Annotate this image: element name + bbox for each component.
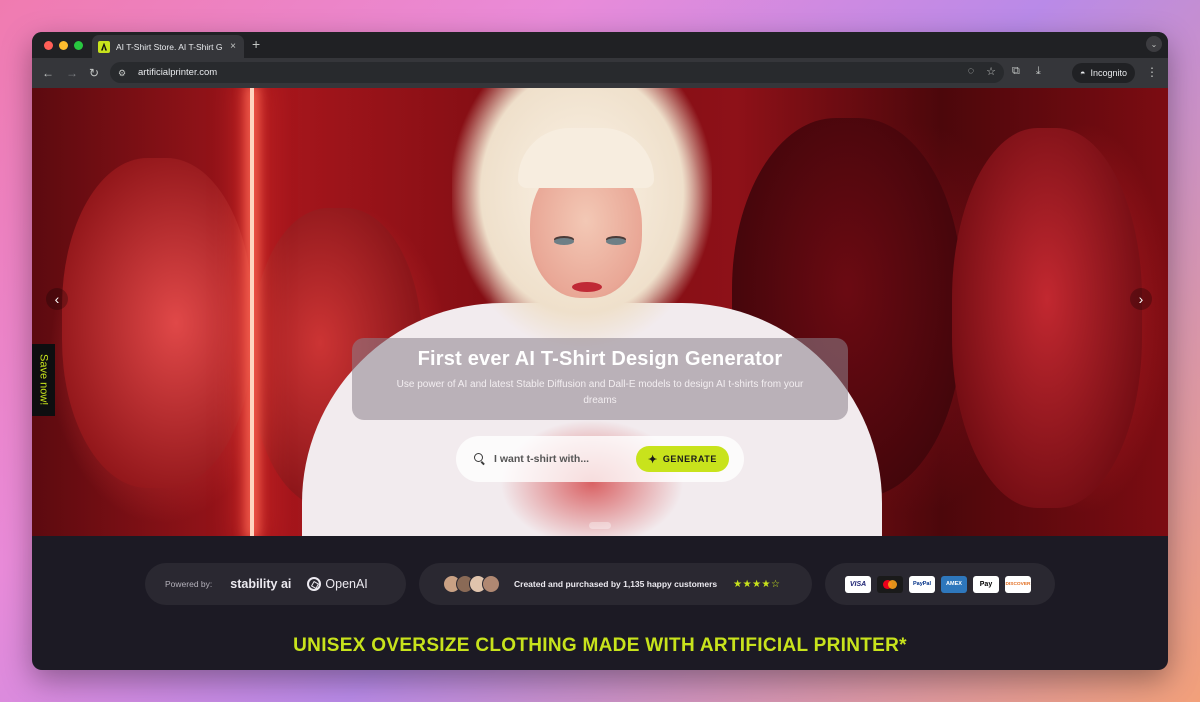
- neon-light: [250, 88, 254, 536]
- maximize-window-button[interactable]: [74, 41, 83, 50]
- powered-by-label: Powered by:: [165, 579, 213, 589]
- mastercard-icon: [877, 575, 903, 593]
- browser-window: AI T-Shirt Store. AI T-Shirt Ge × + ⌄ ← …: [32, 32, 1168, 670]
- design-search-box: ✦ GENERATE: [456, 436, 744, 482]
- openai-label: OpenAI: [325, 577, 368, 591]
- hero-subtitle: Use power of AI and latest Stable Diffus…: [396, 379, 804, 406]
- bookmark-star-icon[interactable]: ☆: [986, 65, 996, 78]
- rating-stars: ★★★★☆: [733, 578, 781, 590]
- apple-pay-icon: Pay: [973, 575, 999, 593]
- download-icon[interactable]: ⤓: [1036, 65, 1041, 78]
- tab-search-icon[interactable]: ⌄: [1146, 36, 1162, 52]
- hero-image-model-left: [62, 158, 252, 488]
- magic-wand-icon: ✦: [648, 453, 658, 466]
- design-prompt-input[interactable]: [494, 453, 632, 465]
- powered-by-pill: Powered by: stability ai OpenAI: [145, 563, 406, 605]
- new-tab-button[interactable]: +: [252, 36, 260, 52]
- carousel-next-button[interactable]: ›: [1130, 288, 1152, 310]
- url-text: artificialprinter.com: [138, 67, 218, 78]
- avatar: [482, 575, 500, 593]
- hero-image-lips: [572, 282, 602, 292]
- hero-image-eye: [554, 238, 574, 245]
- generate-button[interactable]: ✦ GENERATE: [636, 446, 729, 472]
- tab-close-icon[interactable]: ×: [228, 41, 238, 52]
- save-now-label: Save now!: [37, 354, 50, 406]
- window-controls: [44, 41, 83, 50]
- browser-tab[interactable]: AI T-Shirt Store. AI T-Shirt Ge ×: [92, 35, 244, 58]
- incognito-badge[interactable]: ◓ Incognito: [1072, 63, 1135, 83]
- carousel-indicator[interactable]: [589, 522, 611, 529]
- site-settings-icon[interactable]: ⚙: [118, 68, 130, 78]
- address-bar[interactable]: ⚙ artificialprinter.com ◌ ☆: [110, 62, 1004, 83]
- tab-bar: AI T-Shirt Store. AI T-Shirt Ge × + ⌄: [32, 32, 1168, 58]
- carousel-prev-button[interactable]: ‹: [46, 288, 68, 310]
- customers-pill: Created and purchased by 1,135 happy cus…: [419, 563, 812, 605]
- close-window-button[interactable]: [44, 41, 53, 50]
- amex-icon: AMEX: [941, 575, 967, 593]
- tab-title: AI T-Shirt Store. AI T-Shirt Ge: [116, 41, 222, 52]
- customer-avatars: [443, 575, 500, 593]
- minimize-window-button[interactable]: [59, 41, 68, 50]
- search-icon: [474, 453, 486, 465]
- extensions-icon[interactable]: ⧉: [1012, 65, 1020, 78]
- tagline-heading: UNISEX OVERSIZE CLOTHING MADE WITH ARTIF…: [293, 635, 907, 656]
- site-favicon-icon: [98, 40, 110, 53]
- address-toolbar: ← → ↻ ⚙ artificialprinter.com ◌ ☆ ⧉ ⤓ ◓ …: [32, 58, 1168, 88]
- stability-ai-logo: stability ai: [230, 577, 292, 591]
- forward-button[interactable]: →: [66, 66, 78, 80]
- eye-off-icon[interactable]: ◌: [968, 65, 975, 78]
- discover-icon: DISCOVER: [1005, 575, 1031, 593]
- save-now-tab[interactable]: Save now!: [32, 344, 55, 416]
- generate-label: GENERATE: [662, 454, 717, 464]
- visa-icon: VISA: [845, 575, 871, 593]
- back-button[interactable]: ←: [42, 66, 54, 80]
- browser-menu-icon[interactable]: ⋮: [1146, 65, 1158, 79]
- hero-card: First ever AI T-Shirt Design Generator U…: [352, 338, 848, 420]
- incognito-icon: ◓: [1080, 68, 1086, 78]
- reload-button[interactable]: ↻: [89, 66, 99, 80]
- hero-image-eye: [606, 238, 626, 245]
- hero-banner: ‹ › Save now! First ever AI T-Shirt Desi…: [32, 88, 1168, 536]
- hero-title: First ever AI T-Shirt Design Generator: [417, 348, 783, 370]
- openai-logo: OpenAI: [307, 577, 368, 591]
- incognito-label: Incognito: [1090, 68, 1127, 78]
- paypal-icon: PayPal: [909, 575, 935, 593]
- payment-methods-pill: VISA PayPal AMEX Pay DISCOVER: [825, 563, 1055, 605]
- customers-text: Created and purchased by 1,135 happy cus…: [514, 579, 718, 589]
- openai-icon: [307, 577, 322, 591]
- hero-image-model-right-2: [952, 128, 1142, 508]
